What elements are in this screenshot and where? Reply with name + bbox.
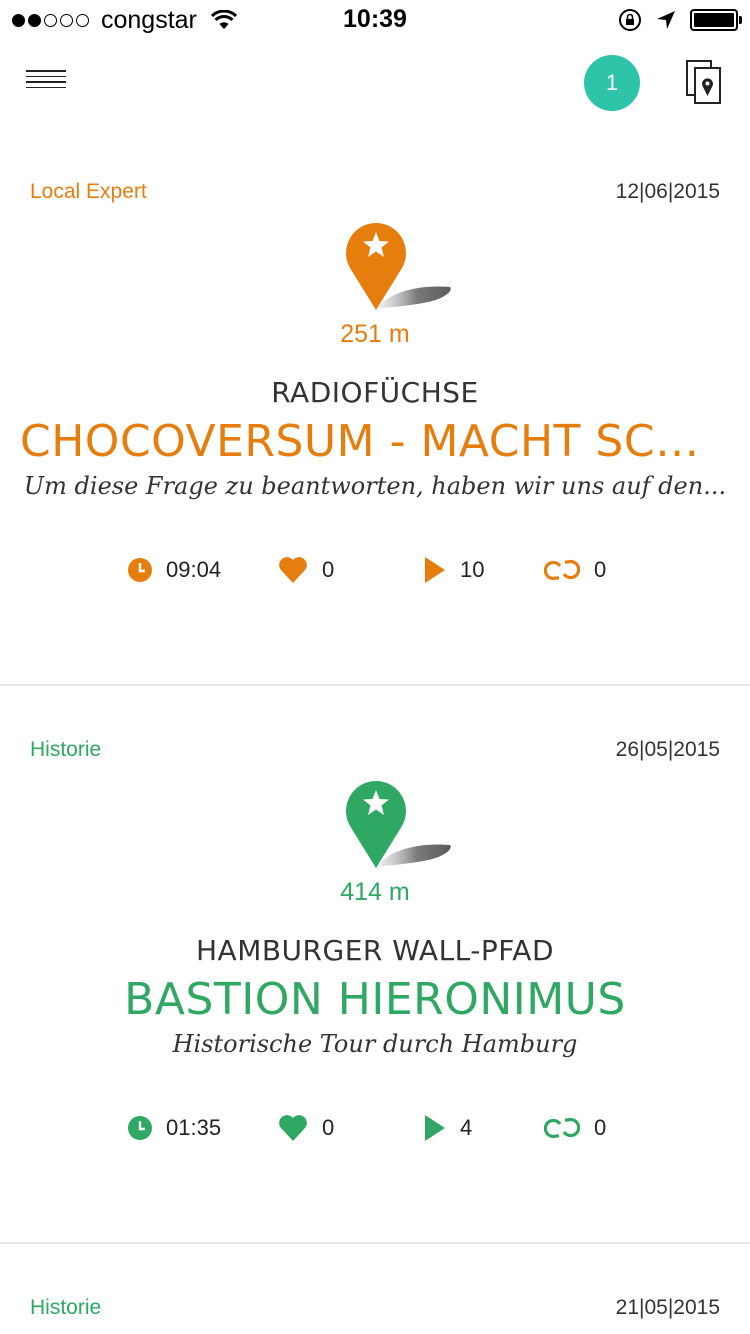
play-icon[interactable] bbox=[424, 1114, 446, 1142]
shares-stat[interactable]: 0 bbox=[544, 1108, 606, 1148]
shares-value: 0 bbox=[594, 1115, 607, 1140]
card-divider bbox=[0, 684, 750, 686]
card-description: Um diese Frage zu beantworten, haben wir… bbox=[23, 472, 727, 500]
card-category: Local Expert bbox=[30, 180, 147, 203]
card-description: Historische Tour durch Hamburg bbox=[172, 1030, 578, 1058]
tour-card[interactable]: Historie 21|05|2015 bbox=[0, 1296, 750, 1334]
duration-value: 09:04 bbox=[166, 557, 222, 582]
heart-icon[interactable] bbox=[278, 1114, 308, 1142]
duration-stat: 01:35 bbox=[128, 1108, 221, 1148]
status-bar: congstar 10:39 bbox=[0, 0, 750, 40]
repost-loop-icon[interactable] bbox=[544, 1116, 580, 1140]
card-title[interactable]: BASTION HIERONIMUS bbox=[20, 974, 730, 1025]
card-divider bbox=[0, 1242, 750, 1244]
likes-stat[interactable]: 0 bbox=[278, 1108, 334, 1148]
likes-stat[interactable]: 0 bbox=[278, 550, 334, 590]
map-pin-pages-icon[interactable] bbox=[684, 58, 724, 106]
duration-stat: 09:04 bbox=[128, 550, 221, 590]
clock-icon bbox=[128, 1116, 152, 1140]
card-date: 26|05|2015 bbox=[615, 738, 720, 761]
card-title[interactable]: CHOCOVERSUM - MACHT SCH... bbox=[20, 416, 730, 467]
orientation-lock-icon bbox=[619, 9, 641, 31]
clock-icon bbox=[128, 558, 152, 582]
plays-stat[interactable]: 10 bbox=[424, 550, 484, 590]
card-date: 21|05|2015 bbox=[615, 1296, 720, 1319]
card-category: Historie bbox=[30, 738, 102, 761]
heart-icon[interactable] bbox=[278, 556, 308, 584]
likes-value: 0 bbox=[322, 557, 335, 582]
location-arrow-icon bbox=[657, 11, 675, 29]
shares-value: 0 bbox=[594, 557, 607, 582]
plays-value: 10 bbox=[460, 557, 485, 582]
star-map-pin-icon bbox=[346, 781, 451, 868]
shares-stat[interactable]: 0 bbox=[544, 550, 606, 590]
card-subtitle: HAMBURGER WALL-PFAD bbox=[195, 934, 555, 967]
hamburger-menu-icon[interactable] bbox=[26, 70, 66, 94]
card-stats: 09:04 0 10 0 bbox=[0, 550, 750, 590]
play-icon[interactable] bbox=[424, 556, 446, 584]
plays-value: 4 bbox=[460, 1115, 473, 1140]
card-subtitle: RADIOFÜCHSE bbox=[271, 376, 479, 409]
notification-badge[interactable]: 1 bbox=[584, 55, 640, 111]
card-stats: 01:35 0 4 0 bbox=[0, 1108, 750, 1148]
nav-bar: 1 bbox=[0, 40, 750, 130]
status-bar-right bbox=[618, 8, 742, 32]
likes-value: 0 bbox=[322, 1115, 335, 1140]
card-distance: 251 m bbox=[340, 320, 410, 348]
tour-card[interactable]: Historie 26|05|2015 414 m HAMBURGER WALL… bbox=[0, 738, 750, 1141]
tour-card[interactable]: Local Expert 12|06|2015 251 m RADIOFÜCHS… bbox=[0, 180, 750, 583]
duration-value: 01:35 bbox=[166, 1115, 222, 1140]
card-category: Historie bbox=[30, 1296, 102, 1319]
battery-icon bbox=[690, 9, 742, 31]
card-distance: 414 m bbox=[340, 878, 410, 906]
card-date: 12|06|2015 bbox=[615, 180, 720, 203]
repost-loop-icon[interactable] bbox=[544, 558, 580, 582]
star-map-pin-icon bbox=[346, 223, 451, 310]
plays-stat[interactable]: 4 bbox=[424, 1108, 472, 1148]
